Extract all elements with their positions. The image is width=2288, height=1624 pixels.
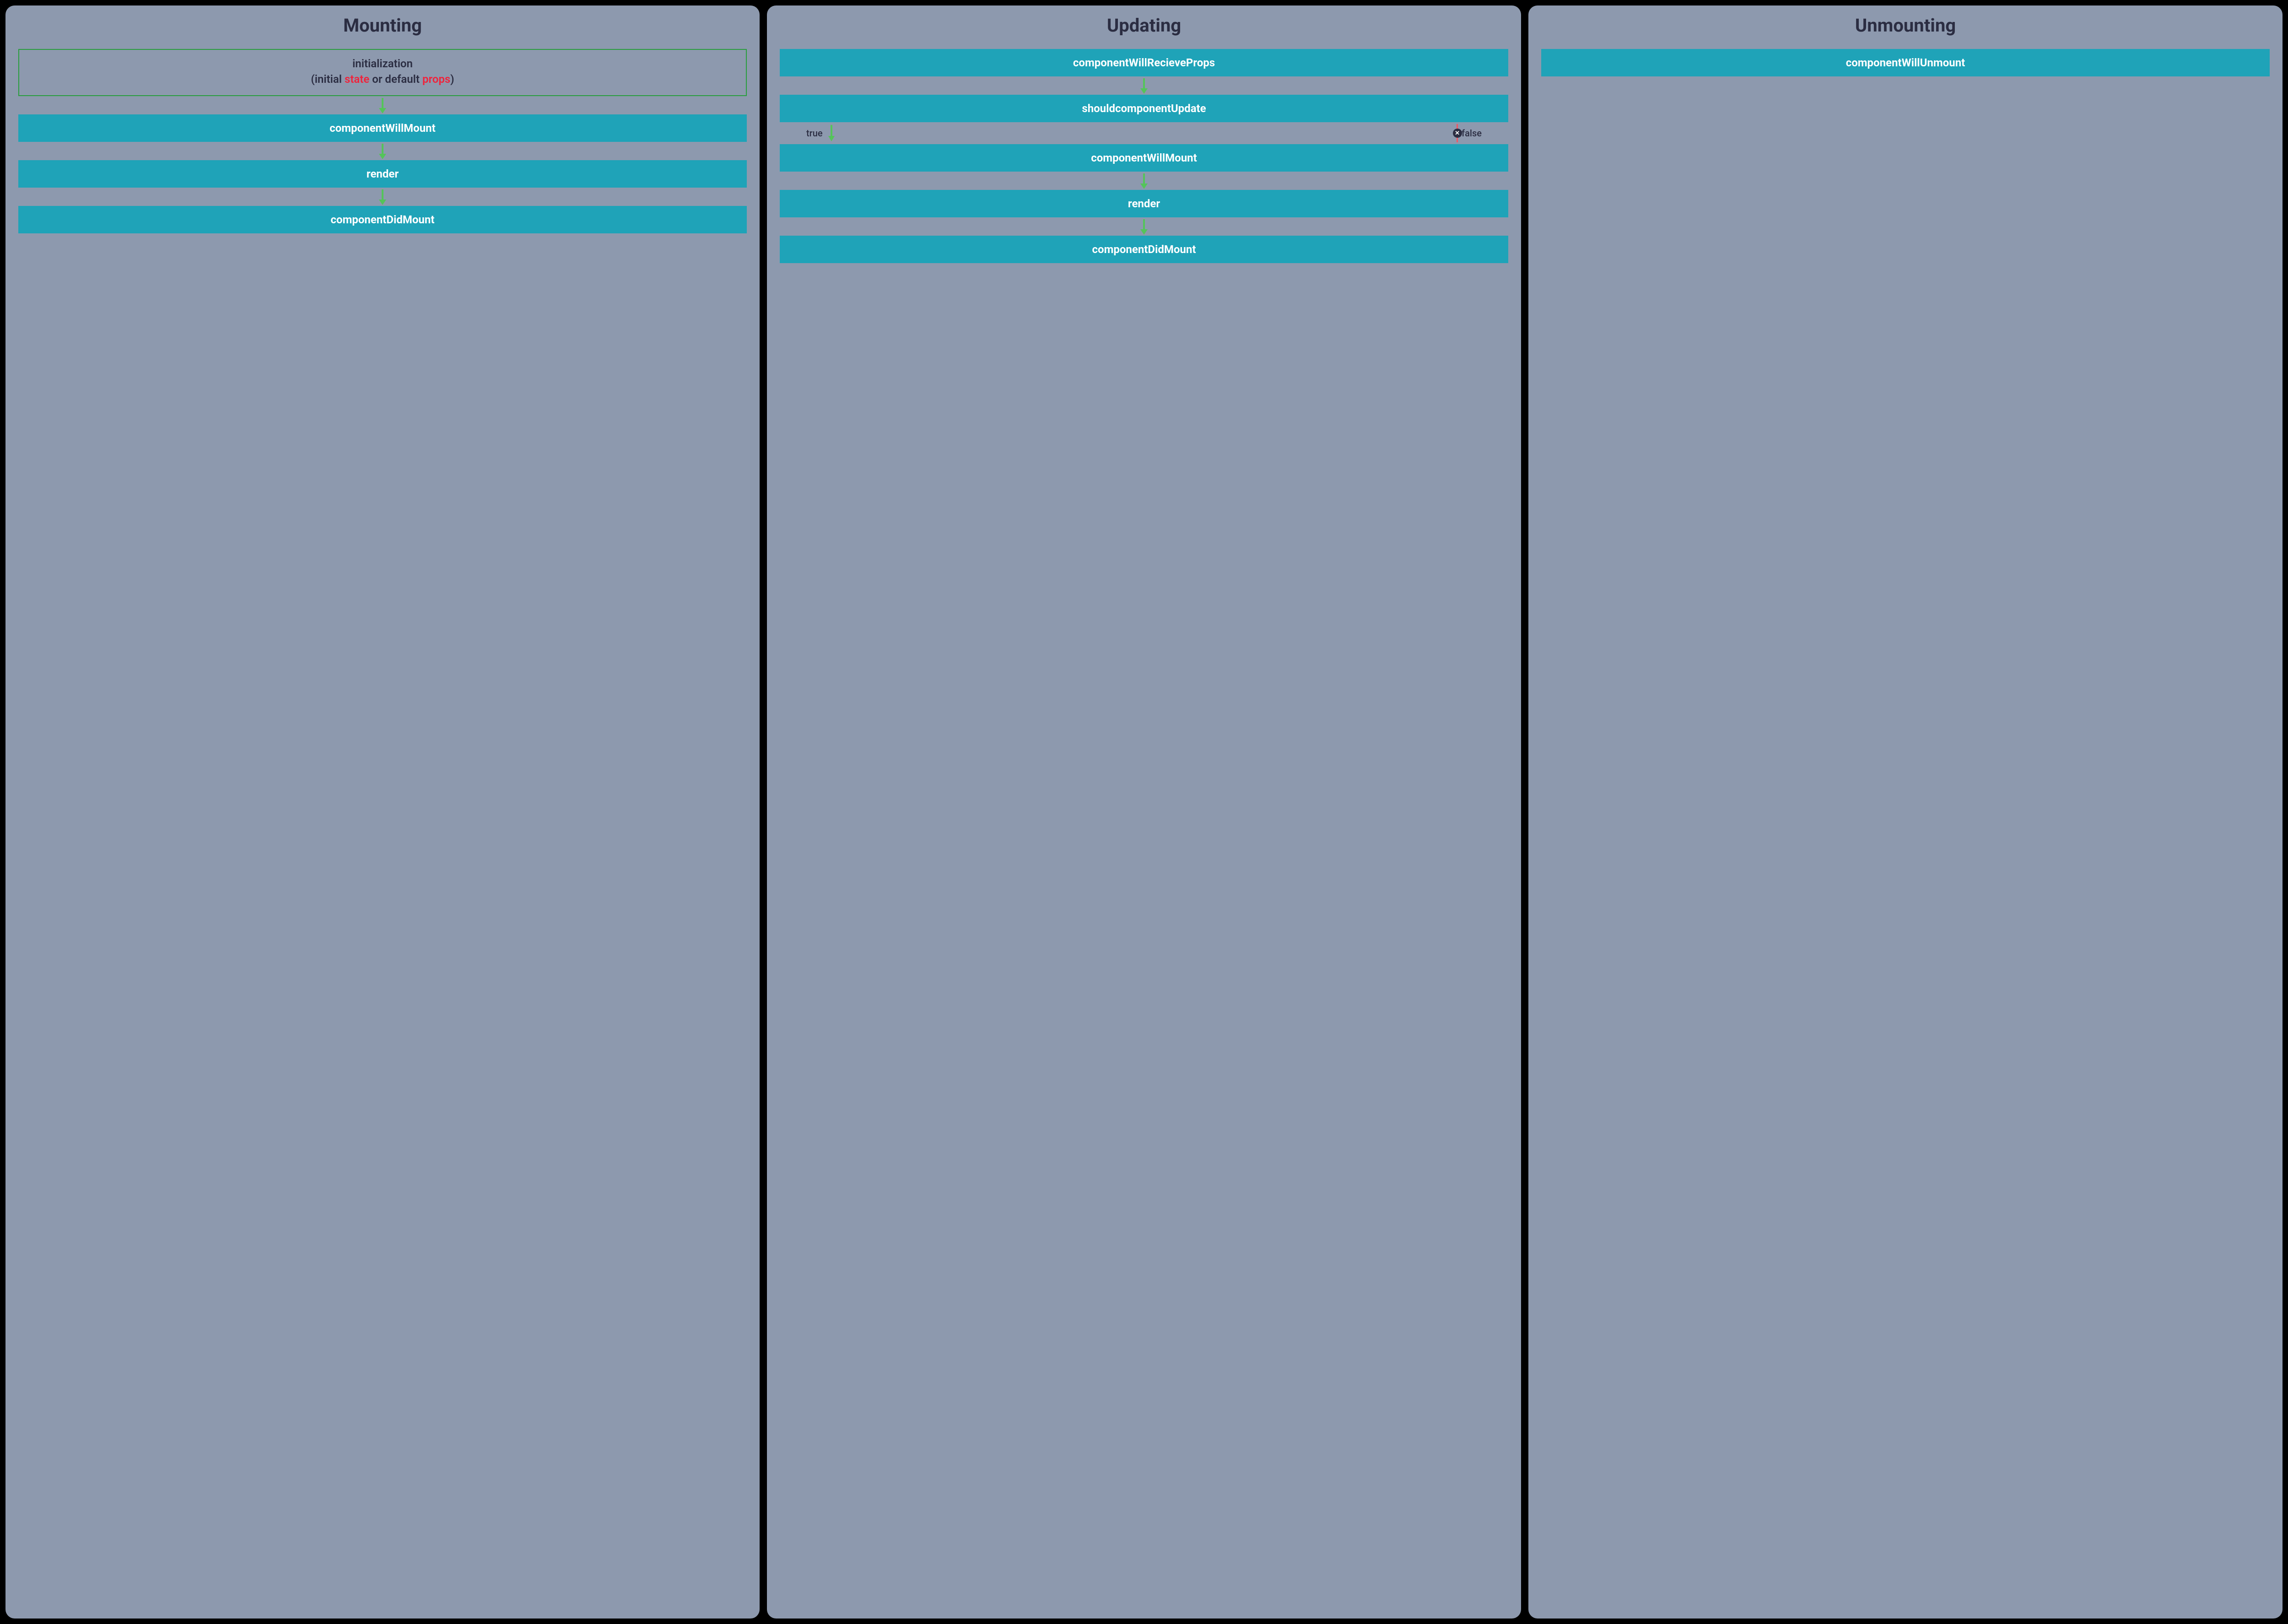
arrow-down-icon <box>377 188 389 206</box>
updating-title: Updating <box>1107 15 1181 36</box>
branch-false-label: false <box>1462 128 1482 139</box>
x-stop-icon: ✕ <box>1453 129 1462 138</box>
mounting-step-render: render <box>18 160 747 188</box>
false-line-icon: ✕ <box>1457 124 1458 142</box>
mounting-step-didmount: componentDidMount <box>18 206 747 233</box>
arrow-down-icon <box>826 124 836 142</box>
init-line1: initialization <box>24 56 741 72</box>
unmounting-panel: Unmounting componentWillUnmount <box>1528 5 2283 1619</box>
arrow-down-icon <box>377 142 389 160</box>
branch-false: ✕ false <box>1457 124 1482 142</box>
arrow-down-icon <box>1138 76 1150 95</box>
mounting-panel: Mounting initialization (initial state o… <box>5 5 760 1619</box>
updating-step-willmount: componentWillMount <box>780 144 1508 172</box>
unmounting-step-willunmount: componentWillUnmount <box>1541 49 2270 76</box>
branch-row: true ✕ false <box>780 122 1508 144</box>
unmounting-title: Unmounting <box>1855 15 1956 36</box>
updating-flow: componentWillRecieveProps shouldcomponen… <box>780 49 1508 263</box>
init-props: props <box>422 73 450 86</box>
init-line2: (initial state or default props) <box>24 72 741 87</box>
branch-true-label: true <box>806 128 823 139</box>
updating-panel: Updating componentWillRecieveProps shoul… <box>767 5 1521 1619</box>
mounting-flow: initialization (initial state or default… <box>18 49 747 233</box>
updating-step-render: render <box>780 190 1508 217</box>
initialization-box: initialization (initial state or default… <box>18 49 747 96</box>
unmounting-flow: componentWillUnmount <box>1541 49 2270 76</box>
updating-step-shouldupdate: shouldcomponentUpdate <box>780 95 1508 122</box>
arrow-down-icon <box>377 96 389 114</box>
arrow-down-icon <box>1138 172 1150 190</box>
updating-step-recvprops: componentWillRecieveProps <box>780 49 1508 76</box>
arrow-down-icon <box>1138 217 1150 236</box>
mounting-step-willmount: componentWillMount <box>18 114 747 142</box>
mounting-title: Mounting <box>343 15 422 36</box>
init-state: state <box>345 73 369 86</box>
updating-step-didmount: componentDidMount <box>780 236 1508 263</box>
branch-true: true <box>806 124 836 142</box>
